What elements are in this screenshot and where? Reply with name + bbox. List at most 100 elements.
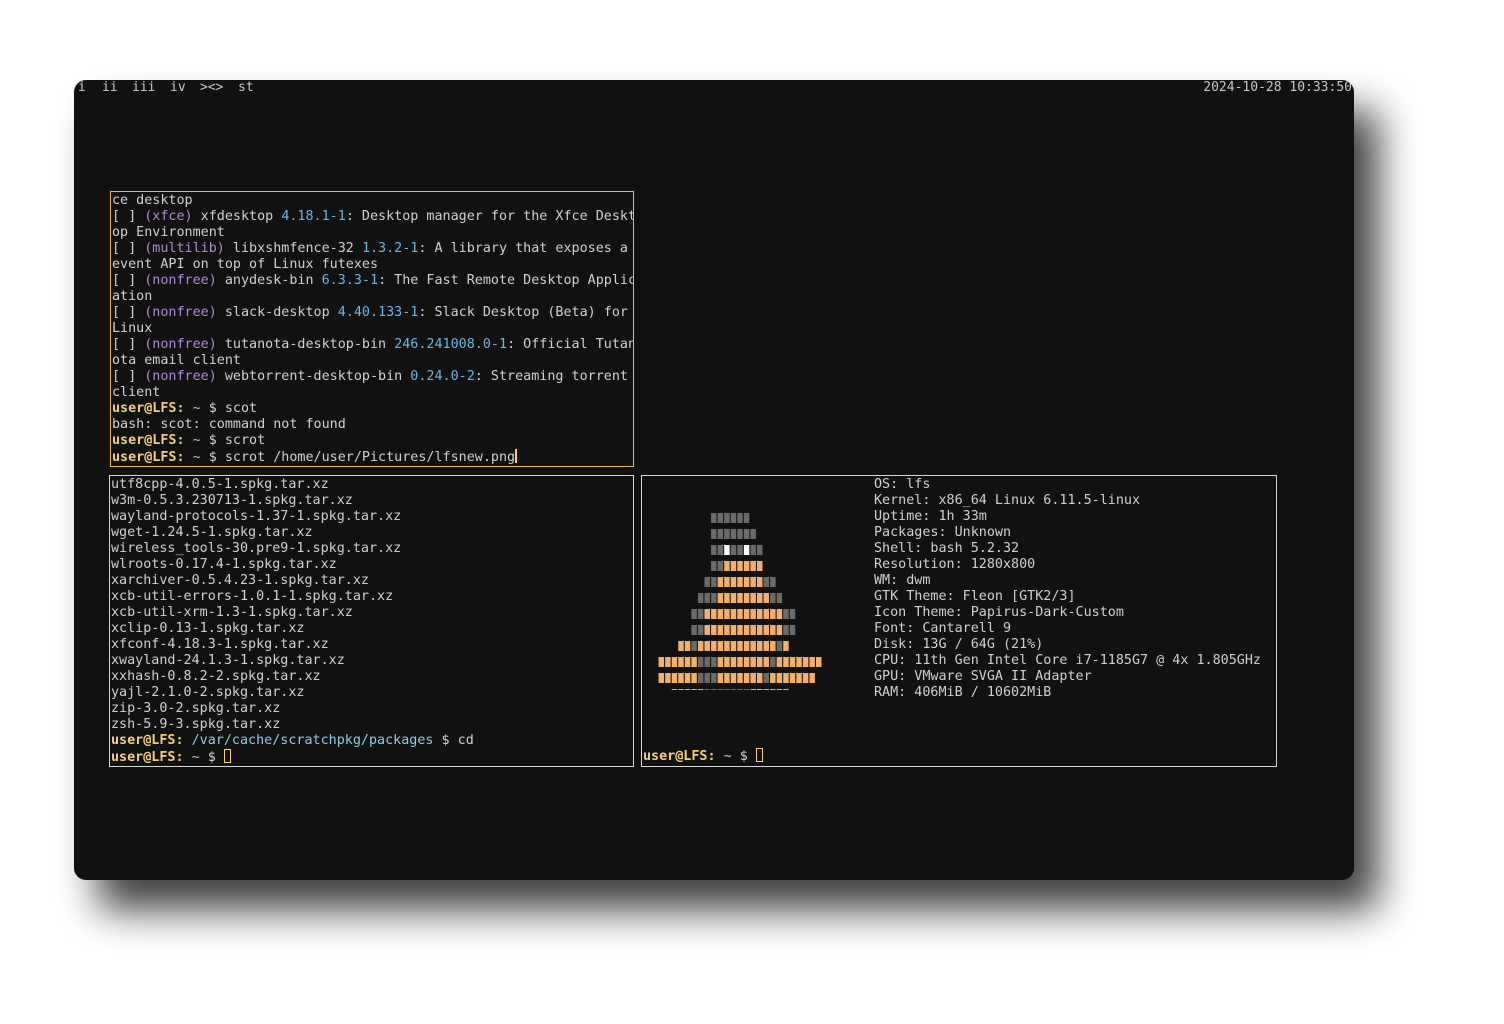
package-checkbox: [ ]: [112, 369, 145, 384]
prompt-user: user@LFS:: [643, 749, 716, 764]
package-description: : A library that exposes a: [418, 241, 628, 256]
output-text: ota email client: [112, 353, 241, 368]
output-line: client: [112, 385, 633, 401]
logo-char: [783, 657, 789, 667]
logo-char: [756, 593, 763, 603]
file-list-item: zip-3.0-2.spkg.tar.xz: [111, 701, 281, 716]
logo-char: [691, 689, 697, 690]
logo-char: [711, 641, 717, 651]
package-name: xfdesktop: [192, 209, 282, 224]
prompt-line[interactable]: user@LFS: ~ $: [111, 749, 633, 765]
logo-char: [783, 625, 789, 635]
logo-char: [717, 609, 724, 619]
logo-char: [658, 673, 665, 683]
output-line: bash: scot: command not found: [112, 417, 633, 433]
file-list-item: wayland-protocols-1.37-1.spkg.tar.xz: [111, 509, 402, 524]
prompt-line: user@LFS: ~ $ scrot /home/user/Pictures/…: [112, 449, 633, 465]
file-list-item: xwayland-24.1.3-1.spkg.tar.xz: [111, 653, 345, 668]
logo-char: [809, 657, 815, 667]
package-checkbox: [ ]: [112, 273, 145, 288]
tag-3[interactable]: iii: [132, 80, 155, 96]
logo-char: [737, 545, 743, 555]
logo-char: [776, 673, 783, 683]
logo-char: [756, 609, 763, 619]
logo-char: [724, 689, 730, 690]
package-name: libxshmfence-32: [224, 241, 362, 256]
prompt-command: $: [731, 749, 756, 764]
logo-char: [730, 641, 737, 651]
logo-char: [756, 577, 763, 587]
logo-char: [711, 561, 717, 571]
tag-4[interactable]: iv: [170, 80, 186, 96]
prompt-path: /var/cache/scratchpkg/packages: [183, 733, 434, 748]
package-result: [ ] (multilib) libxshmfence-32 1.3.2-1: …: [112, 241, 633, 257]
output-text: ation: [112, 289, 153, 304]
logo-char: [776, 625, 783, 635]
logo-char: [770, 641, 776, 651]
terminal-screenfetch[interactable]: OS: lfs Kernel: x86_64 Linux 6.11.5-linux…: [641, 475, 1277, 767]
logo-char: [802, 657, 809, 667]
logo-char: [665, 657, 671, 667]
logo-char: [724, 577, 730, 587]
logo-char: [789, 657, 796, 667]
logo-char: [671, 689, 678, 690]
logo-char: [737, 561, 743, 571]
package-result: [ ] (nonfree) anydesk-bin 6.3.3-1: The F…: [112, 273, 633, 289]
logo-char: [678, 673, 684, 683]
prompt-command: $ scot: [200, 401, 258, 416]
tux-ascii-logo-icon: [658, 513, 822, 690]
logo-char: [730, 513, 737, 523]
package-name: webtorrent-desktop-bin: [216, 369, 411, 384]
logo-char: [743, 609, 750, 619]
logo-char: [750, 673, 756, 683]
package-description: : The Fast Remote Desktop Applic: [378, 273, 634, 288]
output-text: event API on top of Linux futexes: [112, 257, 379, 272]
file-list-item: zsh-5.9-3.spkg.tar.xz: [111, 717, 281, 732]
package-result: [ ] (nonfree) webtorrent-desktop-bin 0.2…: [112, 369, 633, 385]
logo-char: [691, 657, 697, 667]
logo-char: [678, 657, 684, 667]
tag-1[interactable]: i: [78, 80, 86, 96]
logo-char: [717, 593, 724, 603]
logo-char: [730, 625, 737, 635]
logo-char: [743, 673, 750, 683]
prompt-line[interactable]: user@LFS: ~ $: [643, 748, 763, 764]
tag-2[interactable]: ii: [102, 80, 118, 96]
terminal-search[interactable]: ce desktop[ ] (xfce) xfdesktop 4.18.1-1:…: [110, 191, 634, 467]
logo-char: [697, 673, 704, 683]
logo-char: [796, 657, 802, 667]
window-title: st: [238, 80, 254, 95]
system-info-line: Icon Theme: Papirus-Dark-Custom: [874, 605, 1124, 620]
package-checkbox: [ ]: [112, 337, 145, 352]
logo-char: [750, 641, 756, 651]
logo-char: [756, 545, 763, 555]
logo-char: [783, 689, 789, 690]
output-text: ce desktop: [112, 193, 193, 208]
logo-char: [770, 593, 776, 603]
logo-char: [717, 641, 724, 651]
logo-char: [789, 609, 796, 619]
package-version: 0.24.0-2: [410, 369, 475, 384]
system-info-line: WM: dwm: [874, 573, 931, 588]
logo-char: [743, 625, 750, 635]
logo-char: [730, 529, 737, 539]
logo-char: [756, 657, 763, 667]
logo-char: [750, 545, 756, 555]
logo-char: [724, 561, 730, 571]
package-repo: (nonfree): [144, 305, 217, 320]
logo-char: [697, 593, 704, 603]
logo-char: [730, 561, 737, 571]
logo-char: [724, 609, 730, 619]
logo-char: [789, 673, 796, 683]
logo-char: [711, 689, 717, 690]
file-list-item: yajl-2.1.0-2.spkg.tar.xz: [111, 685, 305, 700]
system-info-line: Shell: bash 5.2.32: [874, 541, 1020, 556]
layout-indicator[interactable]: ><>: [200, 80, 223, 96]
logo-char: [730, 609, 737, 619]
output-text: op Environment: [112, 225, 225, 240]
terminal-packages[interactable]: utf8cpp-4.0.5-1.spkg.tar.xz w3m-0.5.3.230…: [109, 475, 634, 767]
logo-char: [743, 689, 750, 690]
package-version: 4.18.1-1: [281, 209, 346, 224]
logo-char: [770, 689, 776, 690]
logo-char: [704, 641, 710, 651]
